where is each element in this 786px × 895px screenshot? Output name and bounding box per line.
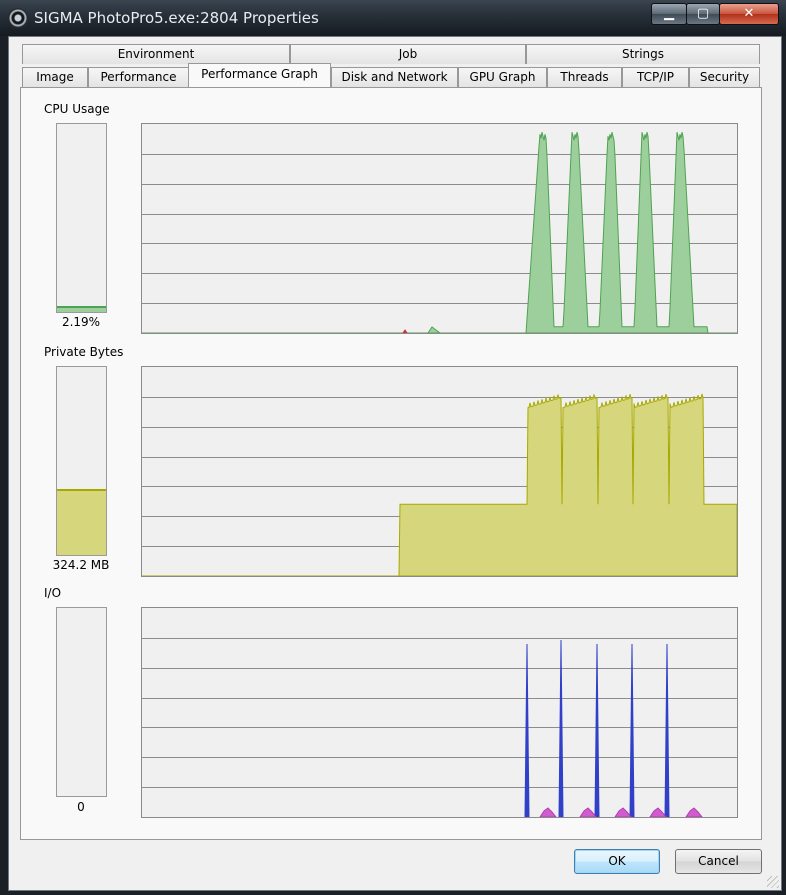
- io-write-bump: [649, 807, 667, 817]
- private-bytes-label: Private Bytes: [44, 345, 124, 359]
- tab-tcp-ip[interactable]: TCP/IP: [622, 67, 689, 87]
- cpu-usage-gauge-fill: [57, 305, 106, 312]
- tab-strings[interactable]: Strings: [526, 44, 760, 64]
- private-bytes-value: 324.2 MB: [52, 558, 110, 572]
- io-read-spike: [664, 643, 670, 817]
- cpu-usage-graph: [141, 123, 738, 334]
- io-value: 0: [77, 800, 85, 814]
- cpu-usage-series: [142, 131, 737, 333]
- private-bytes-gauge: [56, 366, 107, 556]
- cpu-usage-graph-plot: [142, 131, 737, 333]
- io-read-spike: [558, 639, 564, 817]
- private-bytes-graph: [141, 366, 738, 577]
- io-label: I/O: [44, 586, 62, 600]
- dialog-body: Environment Job Strings Image Performanc…: [8, 36, 782, 891]
- io-graph-plot: [142, 638, 737, 817]
- cpu-usage-blip: [427, 326, 441, 333]
- cpu-usage-value: 2.19%: [61, 315, 101, 329]
- io-write-bump: [539, 807, 557, 817]
- cpu-usage-label: CPU Usage: [44, 102, 110, 116]
- maximize-button[interactable]: ▢: [686, 3, 720, 25]
- cpu-kernel-blip: [402, 329, 408, 333]
- io-graph: [141, 607, 738, 818]
- tab-performance[interactable]: Performance: [88, 67, 189, 87]
- title-bar[interactable]: SIGMA PhotoPro5.exe:2804 Properties ▁ ▢ …: [0, 0, 786, 36]
- tab-job[interactable]: Job: [290, 44, 526, 64]
- close-button[interactable]: ✕: [719, 3, 779, 25]
- tab-image[interactable]: Image: [22, 67, 88, 87]
- window-title: SIGMA PhotoPro5.exe:2804 Properties: [34, 9, 319, 27]
- io-gauge: [56, 607, 107, 797]
- private-bytes-series: [142, 393, 737, 576]
- resize-grip[interactable]: [767, 876, 779, 888]
- io-read-spike: [594, 643, 600, 817]
- io-read-spike: [629, 643, 635, 817]
- app-icon: [8, 8, 28, 28]
- io-write-bump: [579, 807, 597, 817]
- cpu-usage-gauge: [56, 123, 107, 313]
- tab-gpu-graph[interactable]: GPU Graph: [458, 67, 547, 87]
- ok-button[interactable]: OK: [574, 849, 660, 874]
- io-write-bump: [614, 807, 632, 817]
- private-bytes-graph-plot: [142, 393, 737, 576]
- tab-security[interactable]: Security: [689, 67, 760, 87]
- cancel-button[interactable]: Cancel: [675, 849, 762, 874]
- tab-environment[interactable]: Environment: [22, 44, 290, 64]
- tab-threads[interactable]: Threads: [547, 67, 622, 87]
- minimize-button[interactable]: ▁: [651, 3, 687, 25]
- io-write-bump: [685, 807, 703, 817]
- private-bytes-gauge-fill: [57, 489, 106, 555]
- performance-graph-panel: CPU Usage 2.19% Private Bytes 324.2 MB I…: [20, 87, 762, 840]
- tab-disk-and-network[interactable]: Disk and Network: [331, 67, 458, 87]
- io-read-spike: [524, 643, 530, 817]
- tab-performance-graph[interactable]: Performance Graph: [188, 63, 331, 87]
